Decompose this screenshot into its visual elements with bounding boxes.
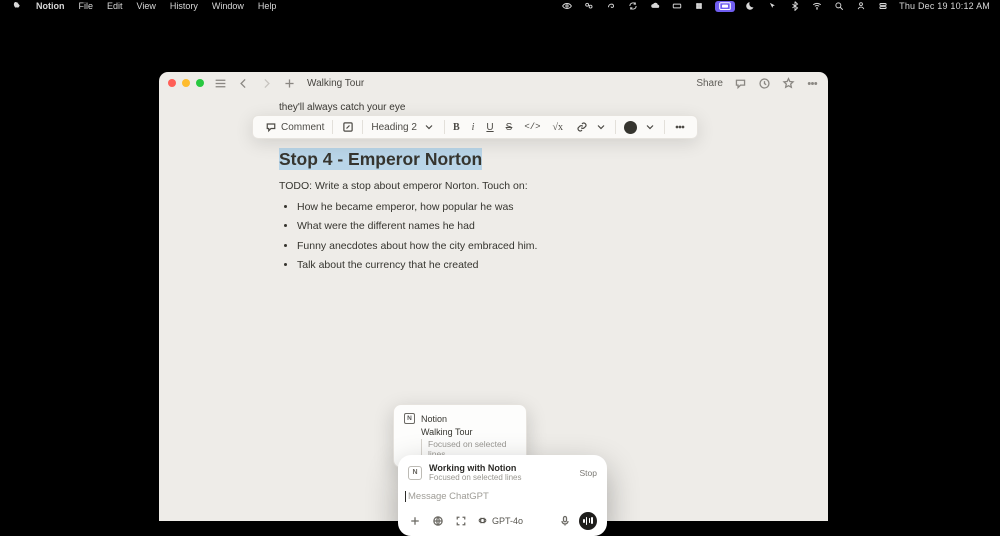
favorite-icon[interactable] xyxy=(781,76,795,90)
gpt-input[interactable]: Message ChatGPT xyxy=(408,491,597,502)
eye-icon[interactable] xyxy=(561,0,573,12)
context-app-name: Notion xyxy=(421,414,447,424)
search-icon[interactable] xyxy=(833,0,845,12)
user-icon[interactable] xyxy=(855,0,867,12)
control-center-icon[interactable] xyxy=(877,0,889,12)
grid-icon[interactable] xyxy=(693,0,705,12)
color-button[interactable] xyxy=(619,116,661,138)
gpt-title: Working with Notion xyxy=(429,463,522,473)
notion-app-icon: N xyxy=(404,413,415,424)
moon-icon[interactable] xyxy=(745,0,757,12)
wifi-icon[interactable] xyxy=(811,0,823,12)
overflow-button[interactable] xyxy=(668,116,691,138)
menubar-help[interactable]: Help xyxy=(258,1,277,11)
bullet-list[interactable]: How he became emperor, how popular he wa… xyxy=(279,198,730,276)
italic-button[interactable]: i xyxy=(467,116,480,138)
comment-icon xyxy=(264,121,277,134)
comment-button[interactable]: Comment xyxy=(259,116,329,138)
new-page-icon[interactable] xyxy=(282,76,296,90)
page-heading[interactable]: Stop 4 - Emperor Norton xyxy=(279,148,482,170)
apple-icon[interactable] xyxy=(10,0,22,12)
traffic-lights[interactable] xyxy=(168,79,204,87)
stop-button[interactable]: Stop xyxy=(580,468,598,478)
breadcrumb[interactable]: Walking Tour xyxy=(307,78,364,89)
context-page-name: Walking Tour xyxy=(421,427,516,437)
sync-icon[interactable] xyxy=(627,0,639,12)
updates-icon[interactable] xyxy=(757,76,771,90)
menubar-clock[interactable]: Thu Dec 19 10:12 AM xyxy=(899,1,990,11)
bubbles-icon[interactable] xyxy=(583,0,595,12)
cloud-icon[interactable] xyxy=(649,0,661,12)
page-content: they'll always catch your eye Comment He… xyxy=(159,94,828,276)
color-dot-icon xyxy=(624,121,637,134)
keyboard-icon[interactable] xyxy=(671,0,683,12)
notion-chip-icon: N xyxy=(408,466,422,480)
list-item[interactable]: Funny anecdotes about how the city embra… xyxy=(297,237,730,256)
notion-window: Walking Tour Share they'll always catch … xyxy=(159,72,828,521)
comments-icon[interactable] xyxy=(733,76,747,90)
screen-mirror-icon[interactable] xyxy=(715,1,735,12)
sidebar-toggle-icon[interactable] xyxy=(213,76,227,90)
chevron-down-icon xyxy=(594,121,607,134)
code-button[interactable]: </> xyxy=(519,116,545,138)
suggest-edit-button[interactable] xyxy=(336,116,359,138)
todo-text[interactable]: TODO: Write a stop about emperor Norton.… xyxy=(279,180,730,192)
strike-button[interactable]: S xyxy=(501,116,518,138)
list-item[interactable]: Talk about the currency that he created xyxy=(297,256,730,275)
share-button[interactable]: Share xyxy=(696,78,723,89)
link-button[interactable] xyxy=(570,116,612,138)
prev-line-text[interactable]: they'll always catch your eye xyxy=(279,102,730,113)
nav-back-icon[interactable] xyxy=(236,76,250,90)
gpt-subtitle: Focused on selected lines xyxy=(429,473,522,482)
window-titlebar: Walking Tour Share xyxy=(159,72,828,94)
menubar-app[interactable]: Notion xyxy=(36,1,65,11)
block-type-select[interactable]: Heading 2 xyxy=(366,116,441,138)
block-type-label: Heading 2 xyxy=(371,122,417,133)
underline-button[interactable]: U xyxy=(481,116,498,138)
bold-button[interactable]: B xyxy=(448,116,465,138)
chevron-down-icon xyxy=(643,121,656,134)
menubar-edit[interactable]: Edit xyxy=(107,1,123,11)
menubar-history[interactable]: History xyxy=(170,1,198,11)
list-item[interactable]: What were the different names he had xyxy=(297,217,730,236)
arrow-icon[interactable] xyxy=(767,0,779,12)
equation-button[interactable]: √x xyxy=(548,116,569,138)
list-item[interactable]: How he became emperor, how popular he wa… xyxy=(297,198,730,217)
menubar-file[interactable]: File xyxy=(79,1,94,11)
chatgpt-panel[interactable]: N Working with Notion Focused on selecte… xyxy=(398,455,607,536)
comment-label: Comment xyxy=(281,122,324,133)
swirl-icon[interactable] xyxy=(605,0,617,12)
macos-menubar: Notion File Edit View History Window Hel… xyxy=(0,0,1000,12)
menubar-window[interactable]: Window xyxy=(212,1,244,11)
link-icon xyxy=(575,121,588,134)
chevron-down-icon xyxy=(423,121,436,134)
dots-icon xyxy=(673,121,686,134)
more-icon[interactable] xyxy=(805,76,819,90)
menubar-view[interactable]: View xyxy=(137,1,156,11)
nav-forward-icon[interactable] xyxy=(259,76,273,90)
format-toolbar[interactable]: Comment Heading 2 B i U S </> √x xyxy=(252,115,698,139)
bt-icon[interactable] xyxy=(789,0,801,12)
pencil-box-icon xyxy=(341,121,354,134)
